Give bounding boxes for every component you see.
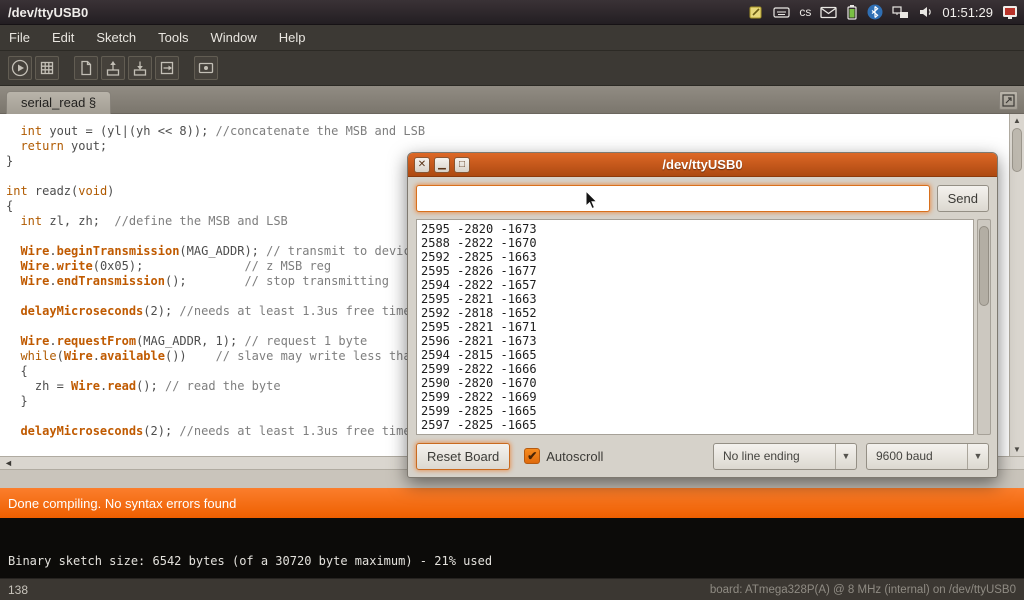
autoscroll-checkbox[interactable]: ✔ [524, 448, 540, 464]
system-tray: cs 01:51:29 [748, 4, 1024, 20]
top-panel: /dev/ttyUSB0 cs 01:51: [0, 0, 1024, 25]
bluetooth-icon[interactable] [867, 4, 883, 20]
serial-output-line: 2592 -2825 -1663 [421, 250, 969, 264]
serial-output-line: 2588 -2822 -1670 [421, 236, 969, 250]
line-ending-dropdown[interactable]: No line ending ▼ [713, 443, 857, 470]
scroll-down-icon[interactable]: ▼ [1010, 443, 1024, 456]
notes-icon[interactable] [748, 4, 764, 20]
serial-monitor-button[interactable] [194, 56, 218, 80]
open-sketch-button[interactable] [101, 56, 125, 80]
mail-icon[interactable] [820, 6, 837, 19]
screen: /dev/ttyUSB0 cs 01:51: [0, 0, 1024, 600]
stop-button[interactable] [35, 56, 59, 80]
tab-serial-read[interactable]: serial_read § [6, 91, 111, 114]
serial-output-line: 2594 -2822 -1657 [421, 278, 969, 292]
serial-output-line: 2595 -2821 -1671 [421, 320, 969, 334]
serial-output-line: 2599 -2822 -1666 [421, 362, 969, 376]
serial-output-line: 2596 -2819 -1675 [421, 432, 969, 435]
menu-window[interactable]: Window [199, 25, 267, 51]
serial-monitor-window: ✕ ▁ □ /dev/ttyUSB0 Send 2595 -2820 -1673… [407, 152, 998, 478]
menu-file[interactable]: File [0, 25, 41, 51]
check-icon: ✔ [527, 449, 537, 463]
status-message: Done compiling. No syntax errors found [8, 496, 236, 511]
board-info: board: ATmega328P(A) @ 8 MHz (internal) … [710, 584, 1016, 596]
volume-icon[interactable] [918, 5, 933, 19]
serial-scrollbar[interactable] [977, 219, 991, 435]
tab-bar: serial_read § [0, 86, 1024, 114]
code-line: int yout = (yl|(yh << 8)); //concatenate… [6, 124, 1024, 139]
new-sketch-button[interactable] [74, 56, 98, 80]
tab-menu-button[interactable] [999, 91, 1018, 110]
line-ending-value: No line ending [714, 444, 835, 469]
scroll-up-icon[interactable]: ▲ [1010, 114, 1024, 127]
serial-scroll-thumb[interactable] [979, 226, 989, 306]
panel-app-title: /dev/ttyUSB0 [8, 5, 88, 20]
serial-output-line: 2590 -2820 -1670 [421, 376, 969, 390]
chevron-down-icon: ▼ [967, 444, 988, 469]
menu-tools[interactable]: Tools [147, 25, 199, 51]
console-line: Binary sketch size: 6542 bytes (of a 307… [0, 518, 1024, 568]
serial-output-line: 2599 -2825 -1665 [421, 404, 969, 418]
network-icon[interactable] [892, 5, 909, 20]
serial-output-line: 2595 -2821 -1663 [421, 292, 969, 306]
compile-status-bar: Done compiling. No syntax errors found [0, 488, 1024, 518]
serial-window-title: /dev/ttyUSB0 [408, 153, 997, 177]
scroll-left-icon[interactable]: ◄ [4, 457, 13, 470]
serial-input[interactable] [416, 185, 930, 212]
mouse-cursor [585, 190, 599, 216]
serial-output-line: 2595 -2820 -1673 [421, 222, 969, 236]
serial-output-line: 2595 -2826 -1677 [421, 264, 969, 278]
keyboard-layout-indicator[interactable]: cs [799, 5, 811, 19]
editor-vertical-scrollbar[interactable]: ▲ ▼ [1009, 114, 1024, 456]
serial-output-line: 2596 -2821 -1673 [421, 334, 969, 348]
autoscroll-label: Autoscroll [546, 449, 603, 464]
serial-controls: Reset Board ✔ Autoscroll No line ending … [416, 442, 989, 470]
serial-window-titlebar[interactable]: ✕ ▁ □ /dev/ttyUSB0 [408, 153, 997, 177]
editor-scroll-thumb[interactable] [1012, 128, 1022, 172]
tab-label: serial_read § [21, 95, 96, 110]
baud-rate-value: 9600 baud [867, 444, 967, 469]
console-output: Binary sketch size: 6542 bytes (of a 307… [0, 518, 1024, 578]
menu-help[interactable]: Help [268, 25, 317, 51]
power-icon[interactable] [1002, 4, 1018, 20]
chevron-down-icon: ▼ [835, 444, 856, 469]
serial-output-line: 2594 -2815 -1665 [421, 348, 969, 362]
serial-output-line: 2592 -2818 -1652 [421, 306, 969, 320]
serial-output[interactable]: 2595 -2820 -16732588 -2822 -16702592 -28… [416, 219, 974, 435]
reset-board-button[interactable]: Reset Board [416, 443, 510, 470]
footer-status-strip: 138 board: ATmega328P(A) @ 8 MHz (intern… [0, 578, 1024, 600]
menu-sketch[interactable]: Sketch [85, 25, 147, 51]
keyboard-icon[interactable] [773, 5, 790, 19]
clock[interactable]: 01:51:29 [942, 5, 993, 20]
send-button[interactable]: Send [937, 185, 989, 212]
toolbar [0, 51, 1024, 86]
save-sketch-button[interactable] [128, 56, 152, 80]
menu-bar: File Edit Sketch Tools Window Help [0, 25, 1024, 51]
verify-button[interactable] [8, 56, 32, 80]
serial-output-line: 2597 -2825 -1665 [421, 418, 969, 432]
menu-edit[interactable]: Edit [41, 25, 85, 51]
battery-icon[interactable] [846, 4, 858, 20]
baud-rate-dropdown[interactable]: 9600 baud ▼ [866, 443, 989, 470]
upload-button[interactable] [155, 56, 179, 80]
serial-output-line: 2599 -2822 -1669 [421, 390, 969, 404]
line-number-indicator: 138 [8, 583, 28, 597]
